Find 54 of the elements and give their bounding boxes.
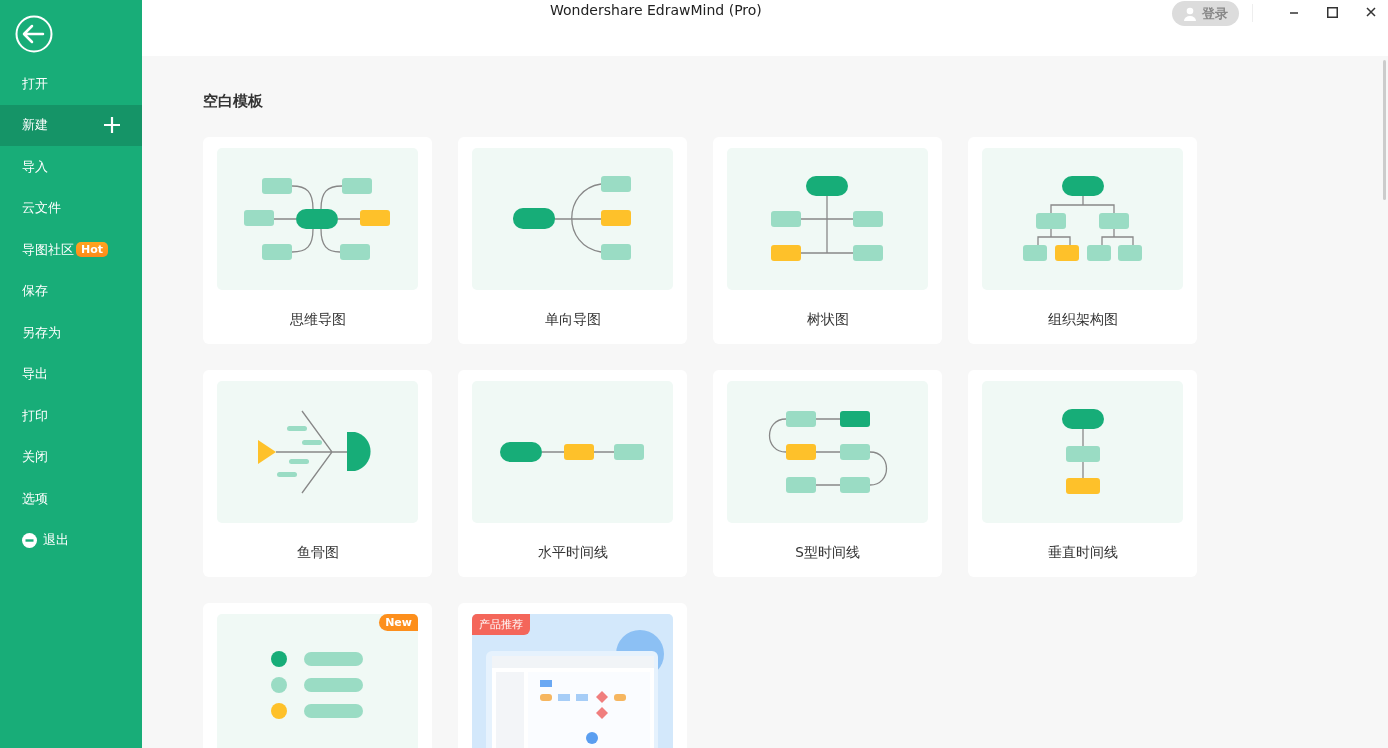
item-label: 退出 (43, 531, 69, 550)
template-card[interactable]: New (203, 603, 432, 748)
template-card[interactable]: 单向导图 (458, 137, 687, 344)
template-card[interactable]: 树状图 (713, 137, 942, 344)
sidebar-item[interactable]: 打开 (0, 63, 142, 105)
template-label: 树状图 (806, 311, 849, 329)
sidebar-item[interactable]: 导图社区 Hot (0, 229, 142, 271)
new-badge: New (379, 614, 418, 631)
template-card[interactable]: 垂直时间线 (968, 370, 1197, 577)
sidebar-item[interactable]: 导出 (0, 353, 142, 395)
item-label: 云文件 (22, 199, 61, 218)
login-button[interactable]: 登录 (1172, 1, 1239, 26)
sidebar-item[interactable]: 退出 (0, 519, 142, 561)
item-label: 关闭 (22, 448, 48, 467)
hot-badge: Hot (76, 242, 109, 258)
sidebar-item[interactable]: 选项 (0, 478, 142, 520)
item-label: 选项 (22, 489, 48, 508)
item-label: 新建 (22, 116, 48, 135)
section-title: 空白模板 (203, 92, 264, 111)
item-label: 打开 (22, 74, 48, 93)
item-label: 打印 (22, 406, 48, 425)
template-card[interactable]: S型时间线 (713, 370, 942, 577)
sidebar-item[interactable]: 关闭 (0, 436, 142, 478)
sidebar-item[interactable]: 新建 (0, 104, 142, 146)
template-card[interactable]: 组织架构图 (968, 137, 1197, 344)
template-label: 思维导图 (289, 311, 346, 329)
item-label: 导出 (22, 365, 48, 384)
item-label: 保存 (22, 282, 48, 301)
promo-tag: 产品推荐 (472, 614, 530, 635)
template-label: 单向导图 (544, 311, 601, 329)
close-icon[interactable] (1366, 7, 1376, 17)
template-card[interactable]: 产品推荐 (458, 603, 687, 748)
window-title: Wondershare EdrawMind (Pro) (550, 2, 762, 18)
template-label: S型时间线 (795, 544, 860, 562)
sidebar-item[interactable]: 保存 (0, 270, 142, 312)
template-label: 鱼骨图 (296, 544, 339, 562)
user-icon (1183, 6, 1197, 21)
sidebar-item[interactable]: 另存为 (0, 312, 142, 354)
maximize-icon[interactable] (1327, 7, 1338, 18)
item-label: 导入 (22, 157, 48, 176)
template-label: 组织架构图 (1047, 311, 1118, 329)
template-label: 水平时间线 (537, 544, 608, 562)
template-label: 垂直时间线 (1047, 544, 1118, 562)
minus-circle-icon (22, 532, 37, 548)
template-card[interactable]: 水平时间线 (458, 370, 687, 577)
sidebar-item[interactable]: 云文件 (0, 187, 142, 229)
sidebar-item[interactable]: 导入 (0, 146, 142, 188)
template-card[interactable]: 鱼骨图 (203, 370, 432, 577)
scrollbar[interactable] (1383, 60, 1386, 200)
sidebar-item[interactable]: 打印 (0, 395, 142, 437)
item-label: 导图社区 (22, 240, 74, 259)
item-label: 另存为 (22, 323, 61, 342)
template-card[interactable]: 思维导图 (203, 137, 432, 344)
plus-icon[interactable] (104, 117, 120, 134)
